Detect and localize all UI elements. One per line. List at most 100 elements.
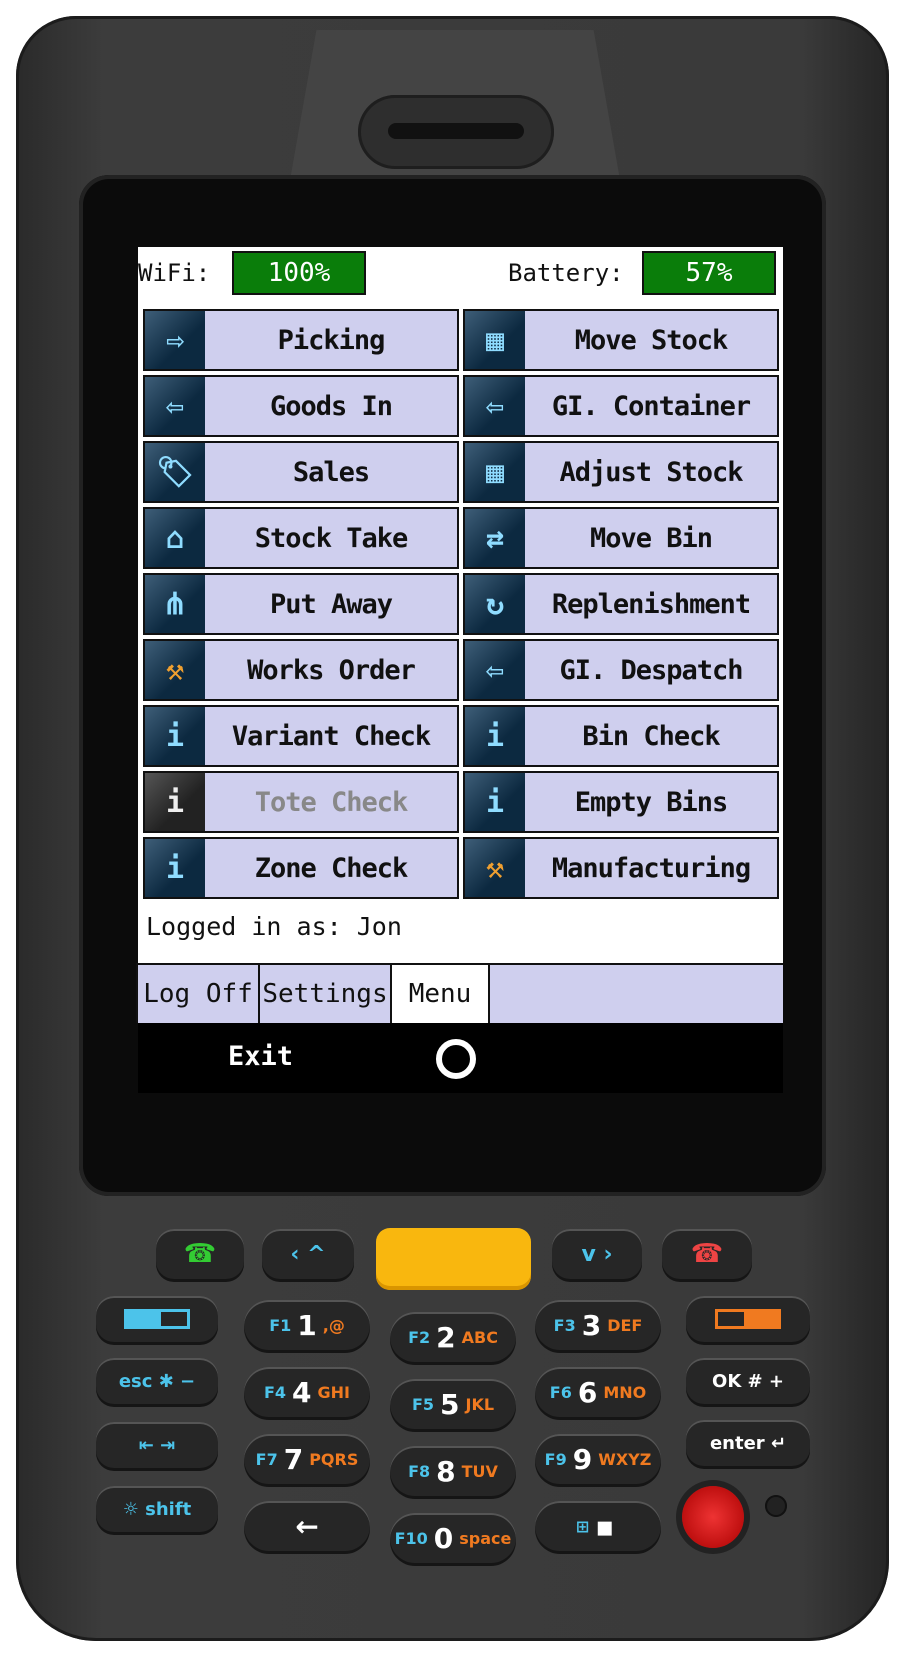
number-key-3[interactable]: F3 3 DEF bbox=[535, 1300, 661, 1350]
hammer-icon: ⚒ bbox=[465, 839, 525, 897]
fn-label: F2 bbox=[408, 1327, 431, 1347]
phone-red-icon: ☎ bbox=[690, 1239, 724, 1269]
scan-trigger-key[interactable] bbox=[376, 1228, 531, 1290]
tab-bar: Log Off Settings Menu bbox=[136, 963, 783, 1023]
truck-left-icon: ⇦ bbox=[465, 377, 525, 435]
menu-button-adjust-stock[interactable]: ▦ Adjust Stock bbox=[463, 441, 779, 503]
digit-label: 5 bbox=[440, 1387, 460, 1421]
battery-label: Battery: bbox=[508, 259, 624, 287]
left-key-label: esc ✱ − bbox=[118, 1370, 196, 1392]
up-key[interactable]: ‹ ^ bbox=[262, 1229, 354, 1279]
number-key-2[interactable]: F2 2 ABC bbox=[390, 1312, 516, 1362]
number-key-←[interactable]: ← bbox=[244, 1501, 370, 1551]
number-key-9[interactable]: F9 9 WXYZ bbox=[535, 1434, 661, 1484]
menu-button-variant-check[interactable]: i Variant Check bbox=[143, 705, 459, 767]
menu-button-move-stock[interactable]: ▦ Move Stock bbox=[463, 309, 779, 371]
menu-button-label: Zone Check bbox=[254, 852, 409, 884]
number-key-4[interactable]: F4 4 GHI bbox=[244, 1367, 370, 1417]
menu-button-label: Move Bin bbox=[589, 522, 713, 554]
left-key-0[interactable] bbox=[96, 1296, 218, 1342]
number-key-6[interactable]: F6 6 MNO bbox=[535, 1367, 661, 1417]
menu-button-label: Put Away bbox=[269, 588, 393, 620]
menu-button-bin-check[interactable]: i Bin Check bbox=[463, 705, 779, 767]
hammer-icon: ⚒ bbox=[145, 641, 205, 699]
down-key[interactable]: v › bbox=[552, 1229, 642, 1279]
fn-label: ⊞ bbox=[575, 1516, 590, 1536]
menu-button-label: GI. Container bbox=[551, 390, 751, 422]
menu-button-gi-container[interactable]: ⇦ GI. Container bbox=[463, 375, 779, 437]
info-icon: i bbox=[145, 839, 205, 897]
screen: WiFi: 100% Battery: 57% ⇨ Picking ▦ Move St… bbox=[136, 247, 783, 1093]
logged-in-label: Logged in as: Jon bbox=[146, 912, 402, 941]
menu-button-move-bin[interactable]: ⇄ Move Bin bbox=[463, 507, 779, 569]
busy-circle-icon bbox=[436, 1039, 476, 1079]
fn-label: F8 bbox=[408, 1461, 431, 1481]
menu-button-label: Empty Bins bbox=[574, 786, 729, 818]
fn-label: F7 bbox=[255, 1449, 278, 1469]
digit-label: 1 bbox=[297, 1308, 317, 1342]
right-key-1[interactable]: OK # + bbox=[686, 1358, 810, 1404]
power-button[interactable] bbox=[682, 1486, 744, 1548]
number-key-▪[interactable]: ⊞ ▪ bbox=[535, 1501, 661, 1551]
hierarchy-icon: ⋔ bbox=[145, 575, 205, 633]
battery-meter: 57% bbox=[642, 251, 776, 295]
menu-button-gi-despatch[interactable]: ⇦ GI. Despatch bbox=[463, 639, 779, 701]
number-key-7[interactable]: F7 7 PQRS bbox=[244, 1434, 370, 1484]
left-key-2[interactable]: ⇤ ⇥ bbox=[96, 1422, 218, 1468]
menu-button-sales[interactable]: 🏷 Sales bbox=[143, 441, 459, 503]
menu-button-put-away[interactable]: ⋔ Put Away bbox=[143, 573, 459, 635]
truck-left-icon: ⇦ bbox=[465, 641, 525, 699]
right-key-0[interactable] bbox=[686, 1296, 810, 1342]
menu-button-picking[interactable]: ⇨ Picking bbox=[143, 309, 459, 371]
phone-green-icon: ☎ bbox=[183, 1239, 217, 1269]
menu-button-tote-check[interactable]: i Tote Check bbox=[143, 771, 459, 833]
fn-label: F3 bbox=[553, 1315, 576, 1335]
tab-settings[interactable]: Settings bbox=[258, 963, 392, 1023]
digit-label: 3 bbox=[581, 1308, 602, 1342]
menu-button-empty-bins[interactable]: i Empty Bins bbox=[463, 771, 779, 833]
menu-button-manufacturing[interactable]: ⚒ Manufacturing bbox=[463, 837, 779, 899]
command-bar: Exit bbox=[138, 1023, 783, 1093]
blue-softkey-icon bbox=[124, 1309, 190, 1329]
left-key-label: ☼ shift bbox=[122, 1498, 192, 1520]
tab-log-off[interactable]: Log Off bbox=[136, 963, 260, 1023]
number-key-8[interactable]: F8 8 TUV bbox=[390, 1446, 516, 1496]
letters-label: TUV bbox=[461, 1461, 498, 1481]
menu-button-zone-check[interactable]: i Zone Check bbox=[143, 837, 459, 899]
left-key-3[interactable]: ☼ shift bbox=[96, 1486, 218, 1532]
right-key-2[interactable]: enter ↵ bbox=[686, 1420, 810, 1466]
left-key-1[interactable]: esc ✱ − bbox=[96, 1358, 218, 1404]
menu-button-label: Goods In bbox=[269, 390, 393, 422]
fn-label: F4 bbox=[263, 1382, 287, 1402]
digit-label: 2 bbox=[436, 1320, 456, 1354]
menu-button-label: Manufacturing bbox=[551, 852, 751, 884]
menu-button-label: Adjust Stock bbox=[559, 456, 743, 488]
info-icon: i bbox=[145, 773, 205, 831]
call-key[interactable]: ☎ bbox=[156, 1229, 244, 1279]
number-key-5[interactable]: F5 5 JKL bbox=[390, 1379, 516, 1429]
letters-label: DEF bbox=[607, 1315, 643, 1335]
fn-label: F1 bbox=[269, 1315, 292, 1335]
menu-button-label: Move Stock bbox=[574, 324, 729, 356]
orange-softkey-icon bbox=[715, 1309, 781, 1329]
exit-button[interactable]: Exit bbox=[228, 1041, 293, 1072]
end-call-key[interactable]: ☎ bbox=[662, 1229, 752, 1279]
menu-button-stock-take[interactable]: ⌂ Stock Take bbox=[143, 507, 459, 569]
menu-button-replenishment[interactable]: ↻ Replenishment bbox=[463, 573, 779, 635]
tab-menu[interactable]: Menu bbox=[390, 963, 490, 1023]
left-key-label: ⇤ ⇥ bbox=[138, 1434, 176, 1456]
number-key-1[interactable]: F1 1 ,@ bbox=[244, 1300, 370, 1350]
wifi-meter: 100% bbox=[232, 251, 366, 295]
letters-label: space bbox=[459, 1528, 512, 1548]
letters-label: ,@ bbox=[322, 1315, 345, 1335]
menu-button-goods-in[interactable]: ⇦ Goods In bbox=[143, 375, 459, 437]
digit-label: 8 bbox=[436, 1454, 456, 1488]
speaker-grille bbox=[358, 95, 554, 169]
number-key-0[interactable]: F10 0 space bbox=[390, 1513, 516, 1563]
menu-button-works-order[interactable]: ⚒ Works Order bbox=[143, 639, 459, 701]
menu-button-label: Bin Check bbox=[582, 720, 720, 752]
digit-label: 6 bbox=[577, 1375, 598, 1409]
digit-label: ← bbox=[295, 1509, 319, 1543]
letters-label: ABC bbox=[461, 1327, 498, 1347]
fn-label: F5 bbox=[411, 1394, 435, 1414]
